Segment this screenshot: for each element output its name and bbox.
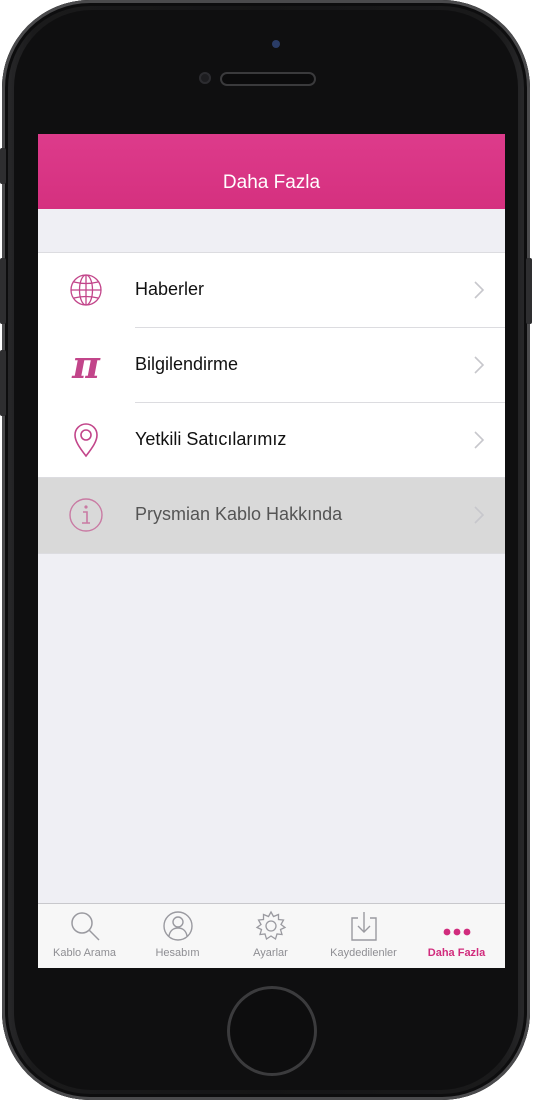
volume-up-button xyxy=(0,258,6,324)
volume-down-button xyxy=(0,350,6,416)
tab-label: Kaydedilenler xyxy=(330,947,397,959)
search-icon xyxy=(71,912,100,941)
tab-daha-fazla[interactable]: Daha Fazla xyxy=(410,904,503,968)
location-pin-icon xyxy=(74,423,98,458)
gear-icon xyxy=(255,910,287,941)
tab-hesabim[interactable]: Hesabım xyxy=(131,904,224,968)
menu-item-yetkili-saticilar[interactable]: Yetkili Satıcılarımız xyxy=(38,403,505,478)
app-screen: Daha Fazla Haberler π Bilgilendirme Yetk… xyxy=(38,134,505,968)
front-camera xyxy=(199,72,211,84)
menu-item-bilgilendirme[interactable]: π Bilgilendirme xyxy=(38,328,505,403)
info-icon xyxy=(69,498,103,532)
menu-item-label: Bilgilendirme xyxy=(135,354,239,374)
tab-kablo-arama[interactable]: Kablo Arama xyxy=(38,904,131,968)
tab-ayarlar[interactable]: Ayarlar xyxy=(224,904,317,968)
navigation-bar: Daha Fazla xyxy=(38,134,505,209)
power-button xyxy=(526,258,532,324)
menu-list: Haberler π Bilgilendirme Yetkili Satıcıl… xyxy=(38,252,505,554)
menu-item-label: Prysmian Kablo Hakkında xyxy=(135,504,343,524)
pi-icon: π xyxy=(71,345,101,385)
chevron-right-icon xyxy=(474,281,485,299)
tab-bar: Kablo Arama Hesabım Ayarlar Kaydedilenle… xyxy=(38,903,505,968)
tab-label: Daha Fazla xyxy=(427,947,486,959)
menu-item-haberler[interactable]: Haberler xyxy=(38,253,505,328)
mute-switch xyxy=(0,148,6,184)
chevron-right-icon xyxy=(474,356,485,374)
user-icon xyxy=(163,911,193,941)
chevron-right-icon xyxy=(474,506,485,524)
front-sensor xyxy=(272,40,280,48)
earpiece-speaker xyxy=(220,72,316,86)
menu-item-label: Haberler xyxy=(135,279,205,299)
page-title: Daha Fazla xyxy=(222,172,321,193)
menu-item-label: Yetkili Satıcılarımız xyxy=(135,429,287,449)
download-icon xyxy=(351,912,377,941)
home-button[interactable] xyxy=(227,986,317,1076)
more-dots-icon xyxy=(443,928,471,936)
svg-text:π: π xyxy=(71,345,101,385)
tab-label: Hesabım xyxy=(155,947,200,959)
menu-item-prysmian-hakkinda[interactable]: Prysmian Kablo Hakkında xyxy=(38,478,505,553)
tab-kaydedilenler[interactable]: Kaydedilenler xyxy=(317,904,410,968)
tab-label: Ayarlar xyxy=(253,947,288,959)
globe-icon xyxy=(70,274,102,306)
tab-label: Kablo Arama xyxy=(53,947,116,959)
chevron-right-icon xyxy=(474,431,485,449)
